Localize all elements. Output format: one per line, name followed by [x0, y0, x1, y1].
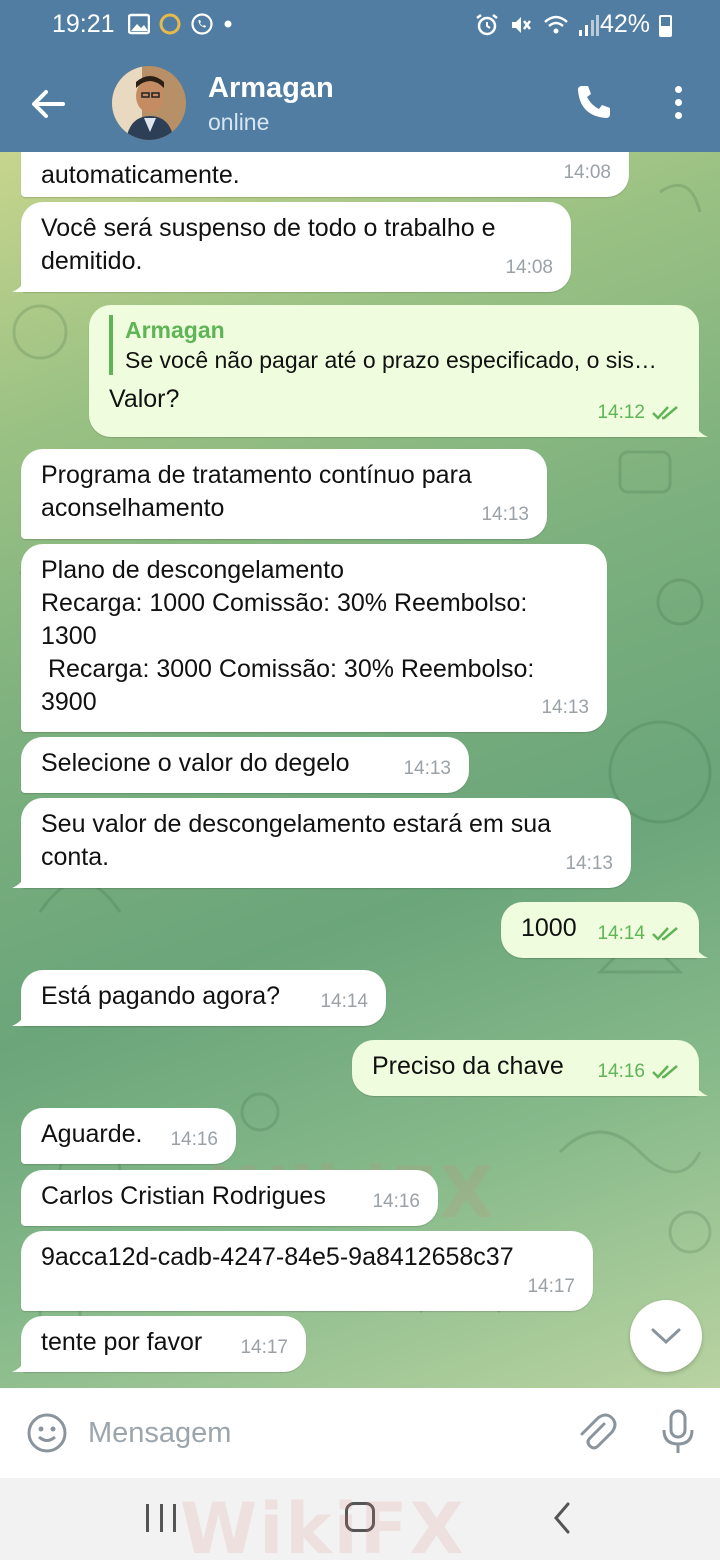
double-check-icon — [652, 1064, 678, 1079]
message-time: 14:16 — [372, 1191, 420, 1212]
message-time: 14:16 — [597, 1061, 645, 1082]
reply-author: Armagan — [125, 317, 225, 343]
message-bubble-incoming[interactable]: Carlos Cristian Rodrigues 14:16 — [21, 1170, 438, 1226]
message-time: 14:13 — [481, 504, 529, 525]
message-time: 14:08 — [563, 162, 611, 183]
message-text: Valor? — [109, 385, 180, 413]
watermark: WikiFX — [180, 1488, 466, 1560]
message-time: 14:14 — [320, 991, 368, 1012]
message-bubble-incoming[interactable]: 9acca12d-cadb-4247-84e5-9a8412658c37 14:… — [21, 1231, 593, 1311]
person-photo-icon — [112, 66, 186, 140]
status-bar: 19:21 42% — [0, 0, 720, 52]
status-time: 19:21 — [52, 10, 115, 38]
system-nav-bar: WikiFX — [0, 1478, 720, 1560]
arrow-left-icon — [32, 90, 65, 118]
whatsapp-icon — [191, 13, 213, 35]
bubble-tail — [12, 1012, 26, 1026]
message-input[interactable] — [88, 1410, 548, 1456]
mute-icon — [512, 17, 531, 33]
scroll-to-bottom-button[interactable] — [630, 1300, 702, 1372]
message-bubble-outgoing[interactable]: Armagan Se você não pagar até o prazo es… — [89, 305, 708, 437]
message-time: 14:14 — [597, 923, 645, 944]
message-text: automaticamente. — [41, 161, 240, 189]
message-text: Está pagando agora? — [41, 982, 281, 1010]
message-text: Plano de descongelamento Recarga: 1000 C… — [41, 556, 535, 716]
bubble-tail — [694, 423, 708, 437]
alarm-icon — [476, 14, 498, 36]
message-time: 14:16 — [170, 1129, 218, 1150]
double-check-icon — [652, 405, 678, 420]
call-button[interactable] — [574, 82, 614, 122]
chevron-left-icon — [554, 1502, 570, 1534]
message-text: 9acca12d-cadb-4247-84e5-9a8412658c37 — [41, 1243, 514, 1271]
smiley-icon — [27, 1413, 67, 1453]
circle-app-icon — [159, 13, 181, 35]
recents-button[interactable] — [146, 1504, 176, 1532]
bubble-tail — [694, 944, 708, 958]
gallery-icon — [128, 13, 150, 35]
reply-text: Se você não pagar até o prazo especifica… — [125, 347, 657, 373]
voice-record-button[interactable] — [656, 1408, 700, 1456]
battery-percent: 42% — [599, 10, 650, 38]
avatar[interactable] — [112, 66, 186, 140]
contact-name[interactable]: Armagan — [208, 72, 334, 105]
message-bubble-incoming[interactable]: Está pagando agora? 14:14 — [12, 970, 386, 1026]
message-bubble-incoming[interactable]: Seu valor de descongelamento estará em s… — [12, 798, 631, 888]
bubble-tail — [12, 1358, 26, 1372]
message-bubble-outgoing[interactable]: 1000 14:14 — [501, 902, 708, 958]
message-bubble-incoming[interactable]: Você será suspenso de todo o trabalho e … — [12, 202, 571, 292]
message-text: Seu valor de descongelamento estará em s… — [41, 810, 552, 871]
double-check-icon — [652, 926, 678, 941]
message-time: 14:12 — [597, 402, 645, 423]
dot-icon — [674, 98, 682, 106]
home-button[interactable] — [345, 1502, 375, 1532]
dot-icon — [674, 85, 682, 93]
message-time: 14:13 — [565, 853, 613, 874]
message-time: 14:13 — [541, 697, 589, 718]
dot-icon — [224, 20, 232, 28]
chevron-down-icon — [651, 1328, 681, 1345]
bubble-tail — [12, 874, 26, 888]
reply-quote[interactable]: Armagan Se você não pagar até o prazo es… — [109, 315, 679, 375]
message-time: 14:08 — [505, 257, 553, 278]
bubble-tail — [694, 1082, 708, 1096]
message-list[interactable]: WikiFX WikiFX WikiFX WikiFX automaticame… — [0, 152, 720, 1388]
message-bubble-incoming[interactable]: Aguarde. 14:16 — [21, 1108, 236, 1164]
message-bubble-incoming[interactable]: Plano de descongelamento Recarga: 1000 C… — [21, 544, 607, 732]
contact-status: online — [208, 109, 270, 135]
message-bubble-incoming[interactable]: Programa de tratamento contínuo para aco… — [21, 449, 547, 539]
message-text: Você será suspenso de todo o trabalho e … — [41, 214, 496, 275]
message-text: Programa de tratamento contínuo para aco… — [41, 461, 472, 522]
message-time: 14:17 — [527, 1276, 575, 1297]
dot-icon — [674, 111, 682, 119]
message-bubble-incoming[interactable]: tente por favor 14:17 — [12, 1316, 306, 1372]
wifi-icon — [544, 15, 568, 34]
system-back-button[interactable] — [550, 1500, 574, 1536]
paperclip-icon — [580, 1413, 617, 1450]
more-options-button[interactable] — [668, 82, 688, 122]
signal-icon — [579, 15, 599, 36]
message-bubble-incoming[interactable]: automaticamente. 14:08 — [21, 152, 629, 197]
message-bubble-outgoing[interactable]: Preciso da chave 14:16 — [352, 1040, 708, 1096]
battery-icon — [659, 15, 672, 37]
microphone-icon — [662, 1409, 694, 1453]
emoji-button[interactable] — [26, 1412, 68, 1454]
attach-button[interactable] — [574, 1410, 618, 1454]
message-bubble-incoming[interactable]: Selecione o valor do degelo 14:13 — [21, 737, 469, 793]
message-time: 14:13 — [403, 758, 451, 779]
message-time: 14:17 — [240, 1337, 288, 1358]
message-composer — [0, 1388, 720, 1478]
phone-icon — [578, 86, 610, 118]
message-text: Carlos Cristian Rodrigues — [41, 1182, 326, 1210]
bubble-tail — [12, 278, 26, 292]
chat-header: Armagan online — [0, 52, 720, 152]
message-text: Selecione o valor do degelo — [41, 749, 350, 777]
back-button[interactable] — [28, 84, 68, 124]
